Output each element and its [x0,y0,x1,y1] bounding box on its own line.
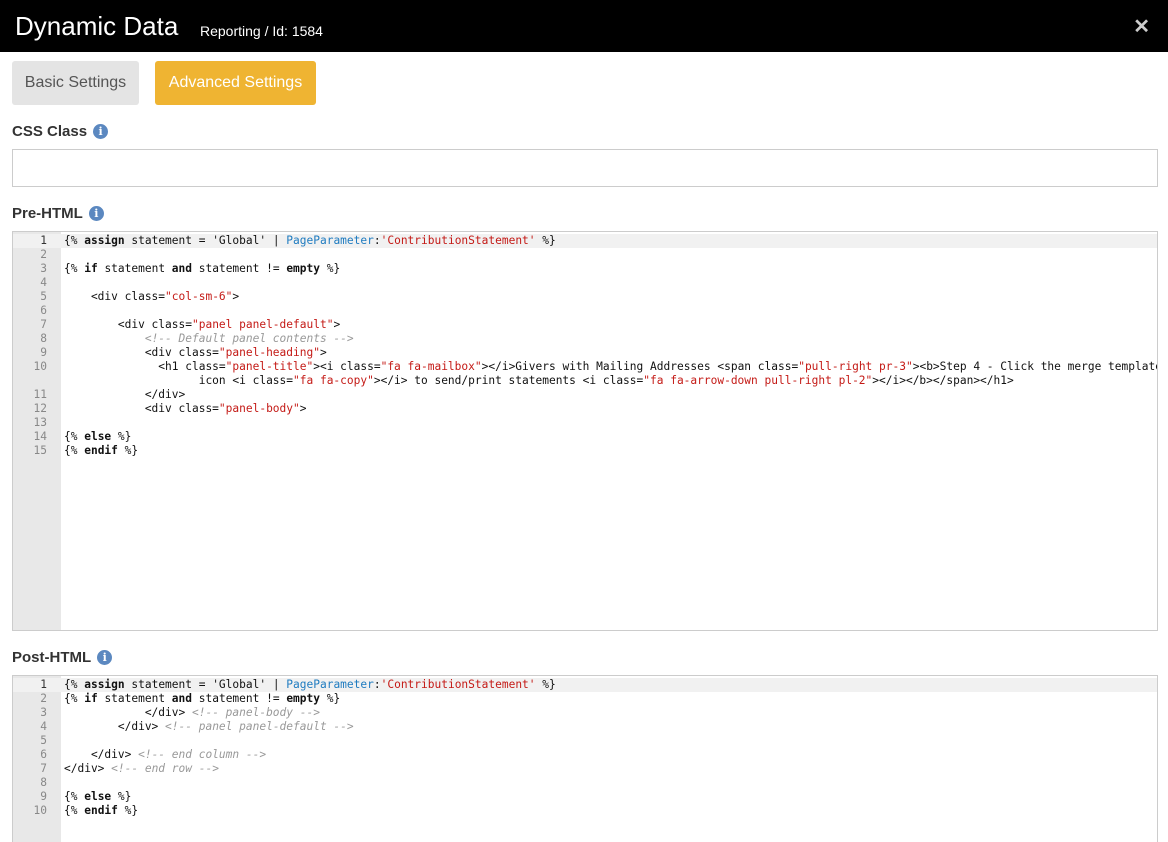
code-line: 13 [33,416,47,429]
code-line: 1 {% assign statement = 'Global' | PagePa… [13,678,1157,692]
tab-advanced-settings[interactable]: Advanced Settings [155,61,316,105]
code-line: 6 </div> <!-- end column --> [40,748,267,761]
tab-basic-settings[interactable]: Basic Settings [12,61,139,105]
info-icon[interactable]: i [88,206,104,221]
code-line: 14 {% else %} [33,430,132,443]
code-line: 8 [40,776,47,789]
info-icon[interactable]: i [97,650,113,665]
code-line: 4 [40,276,47,289]
code-line: 6 [40,304,47,317]
pre-html-label: Pre-HTML i [12,205,104,222]
dialog-header: Dynamic Data Reporting / Id: 1584 ✕ [0,0,1168,52]
dialog-subtitle: Reporting / Id: 1584 [200,23,323,39]
code-line: 3 </div> <!-- panel-body --> [40,706,320,719]
css-class-label-text: CSS Class [12,123,88,140]
pre-html-label-text: Pre-HTML [12,205,83,222]
dialog-title: Dynamic Data [15,11,179,41]
code-line: 15 {% endif %} [33,444,139,457]
code-line: 10 <h1 class="panel-title"><i class="fa … [33,360,1158,387]
code-line: 3 {% if statement and statement != empty … [40,262,341,275]
code-line: 4 </div> <!-- panel panel-default --> [40,720,354,733]
code-line: 12 <div class="panel-body"> [33,402,307,415]
code-line: 1 {% assign statement = 'Global' | PagePa… [13,234,1157,248]
code-line: 9 {% else %} [40,790,132,803]
code-line: 7 </div> <!-- end row --> [40,762,219,775]
pre-html-editor[interactable]: 1 {% assign statement = 'Global' | PagePa… [12,231,1158,631]
code-line: 8 <!-- Default panel contents --> [40,332,354,345]
code-line: 5 <div class="col-sm-6"> [40,290,240,303]
code-line: 10 {% endif %} [33,804,139,817]
code-line: 7 <div class="panel panel-default"> [40,318,341,331]
info-icon[interactable]: i [93,124,109,139]
css-class-label: CSS Class i [12,123,109,140]
close-icon[interactable]: ✕ [1133,14,1150,39]
code-line: 5 [40,734,47,747]
code-line: 11 </div> [33,388,186,401]
css-class-input[interactable] [12,149,1158,187]
code-line: 9 <div class="panel-heading"> [40,346,327,359]
code-line: 2 [40,248,47,261]
post-html-label: Post-HTML i [12,649,113,666]
post-html-editor[interactable]: 1 {% assign statement = 'Global' | PagePa… [12,675,1158,842]
code-line: 2 {% if statement and statement != empty … [40,692,341,705]
post-html-label-text: Post-HTML [12,649,92,666]
